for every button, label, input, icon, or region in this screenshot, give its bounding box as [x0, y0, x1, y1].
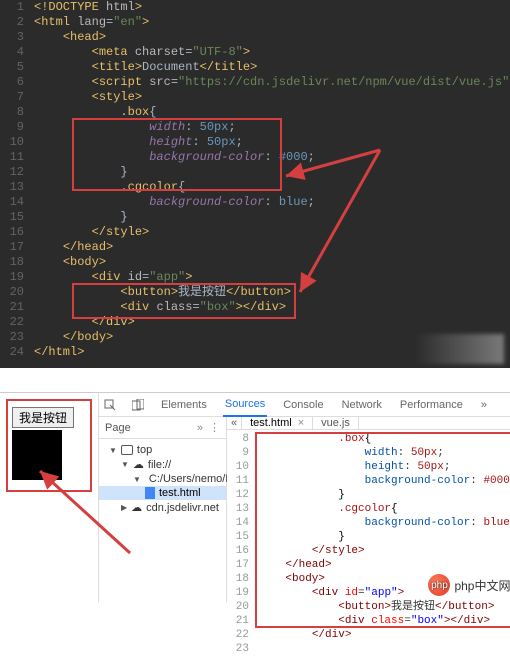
line-number: 24	[0, 345, 32, 360]
file-tabs: « test.html× vue.js	[227, 417, 510, 430]
chevron-down-icon[interactable]: ▼	[109, 446, 117, 455]
chevron-down-icon[interactable]: ▼	[133, 475, 141, 484]
line-number: 9	[0, 120, 32, 135]
line-number: 18	[0, 255, 32, 270]
watermark-logo: php php中文网	[428, 574, 510, 596]
line-number: 15	[0, 210, 32, 225]
php-logo-icon: php	[428, 574, 450, 596]
source-code-view[interactable]: 891011 12131415 16171819 20212223 .box{ …	[227, 430, 510, 656]
watermark-smudge	[414, 334, 504, 364]
devtools-toolbar: Elements Sources Console Network Perform…	[99, 393, 510, 417]
tab-elements[interactable]: Elements	[159, 393, 209, 417]
cloud-icon: ☁	[131, 501, 142, 514]
file-tab-test[interactable]: test.html×	[242, 417, 313, 429]
file-icon	[145, 487, 155, 499]
watermark-text: php中文网	[454, 577, 510, 594]
line-number: 12	[0, 165, 32, 180]
inspect-icon[interactable]	[103, 398, 117, 412]
line-number: 5	[0, 60, 32, 75]
tree-file-test[interactable]: test.html	[159, 487, 201, 499]
tree-cdn[interactable]: cdn.jsdelivr.net	[146, 502, 219, 514]
line-number: 17	[0, 240, 32, 255]
tabs-overflow[interactable]: »	[479, 393, 489, 417]
more-icon[interactable]: ⋮	[209, 421, 220, 434]
tree-folder[interactable]: C:/Users/nemo/D	[149, 473, 233, 485]
line-number: 7	[0, 90, 32, 105]
preview-button[interactable]: 我是按钮	[12, 407, 74, 428]
line-number: 19	[0, 270, 32, 285]
tab-performance[interactable]: Performance	[398, 393, 465, 417]
chevron-right-icon[interactable]: »	[197, 422, 203, 434]
line-number: 16	[0, 225, 32, 240]
line-number: 4	[0, 45, 32, 60]
line-number: 11	[0, 150, 32, 165]
annotation-box: 我是按钮	[6, 399, 92, 492]
line-number: 21	[0, 300, 32, 315]
tab-network[interactable]: Network	[340, 393, 384, 417]
bottom-panel: 我是按钮 Elements Sources Console Network Pe…	[0, 392, 510, 602]
editor-gutter: 1 2 3 4 5 6 7 8 9 10 11 12 13 14 15 16 1…	[0, 0, 32, 360]
tree-origin[interactable]: file://	[148, 459, 171, 471]
editor-code[interactable]: <!DOCTYPE html> <html lang="en"> <head> …	[34, 0, 510, 360]
close-icon[interactable]: ×	[298, 417, 304, 429]
line-number: 2	[0, 15, 32, 30]
line-number: 8	[0, 105, 32, 120]
line-number: 13	[0, 180, 32, 195]
page-preview: 我是按钮	[0, 393, 98, 602]
tree-top[interactable]: top	[137, 444, 152, 456]
frame-icon	[121, 445, 133, 455]
source-gutter: 891011 12131415 16171819 20212223	[227, 430, 253, 656]
line-number: 1	[0, 0, 32, 15]
sources-navigator: Page » ⋮ ▼top ▼☁file:// ▼C:/Users/nemo/D…	[99, 417, 227, 602]
line-number: 10	[0, 135, 32, 150]
tab-sources[interactable]: Sources	[223, 393, 267, 417]
device-icon[interactable]	[131, 398, 145, 412]
source-tree[interactable]: ▼top ▼☁file:// ▼C:/Users/nemo/D test.htm…	[99, 439, 226, 519]
line-number: 23	[0, 330, 32, 345]
devtools-panel: Elements Sources Console Network Perform…	[98, 393, 510, 602]
line-number: 22	[0, 315, 32, 330]
code-editor[interactable]: 1 2 3 4 5 6 7 8 9 10 11 12 13 14 15 16 1…	[0, 0, 510, 368]
chevron-right-icon[interactable]: ▶	[121, 503, 127, 512]
line-number: 6	[0, 75, 32, 90]
line-number: 3	[0, 30, 32, 45]
panel-divider	[0, 368, 510, 392]
preview-black-box	[12, 430, 62, 480]
page-tab[interactable]: Page	[105, 422, 131, 434]
tab-console[interactable]: Console	[281, 393, 325, 417]
cloud-icon: ☁	[133, 458, 144, 471]
file-tab-vue[interactable]: vue.js	[313, 417, 359, 429]
line-number: 20	[0, 285, 32, 300]
file-tabs-scroll-left[interactable]: «	[227, 417, 242, 429]
line-number: 14	[0, 195, 32, 210]
chevron-down-icon[interactable]: ▼	[121, 460, 129, 469]
